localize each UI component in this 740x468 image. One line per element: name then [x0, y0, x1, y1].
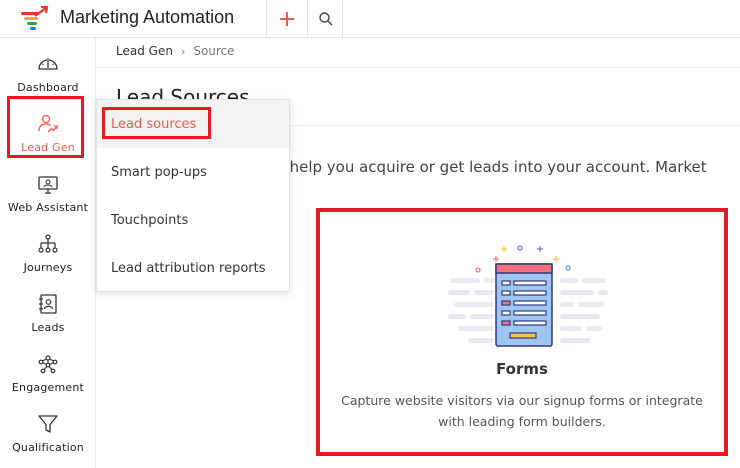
menu-item-lead-sources[interactable]: Lead sources: [97, 100, 289, 148]
sidebar-item-label: Qualification: [12, 441, 84, 454]
sidebar-item-leads[interactable]: Leads: [0, 288, 96, 344]
sidebar-item-label: Journeys: [23, 261, 73, 274]
journey-icon: [38, 234, 58, 253]
sidebar-item-label: Engagement: [11, 381, 85, 394]
chevron-right-icon: ›: [180, 44, 186, 58]
app-title: Marketing Automation: [60, 7, 235, 27]
sidebar-item-web-assistant[interactable]: Web Assistant: [0, 168, 96, 224]
page-description: s help you acquire or get leads into you…: [277, 158, 707, 176]
divider: [96, 67, 740, 68]
lead-gen-icon: [38, 114, 58, 133]
breadcrumb-parent-link[interactable]: Lead Gen: [116, 44, 173, 58]
divider: [307, 0, 308, 38]
network-icon: [38, 355, 58, 374]
form-illustration-icon: [448, 245, 608, 347]
app-logo-icon[interactable]: [18, 5, 50, 33]
forms-card[interactable]: Forms Capture website visitors via our s…: [316, 208, 728, 456]
sidebar-item-dashboard[interactable]: Dashboard: [0, 48, 96, 104]
sidebar: Dashboard Lead Gen Web Assistant Journey…: [0, 38, 96, 468]
speedometer-icon: [38, 58, 58, 70]
menu-item-smart-popups[interactable]: Smart pop-ups: [97, 148, 289, 196]
lead-gen-submenu: Lead sources Smart pop-ups Touchpoints L…: [96, 99, 290, 292]
funnel-icon: [38, 415, 58, 433]
sidebar-item-journeys[interactable]: Journeys: [0, 228, 96, 284]
sidebar-item-qualification[interactable]: Qualification: [0, 408, 96, 464]
plus-icon[interactable]: [275, 7, 299, 31]
sidebar-item-lead-gen[interactable]: Lead Gen: [0, 108, 96, 164]
contact-book-icon: [39, 294, 57, 314]
menu-item-touchpoints[interactable]: Touchpoints: [97, 196, 289, 244]
search-icon[interactable]: [314, 7, 338, 31]
top-bar: Marketing Automation: [0, 0, 740, 38]
sidebar-item-engagement[interactable]: Engagement: [0, 348, 96, 404]
sidebar-item-label: Leads: [31, 321, 65, 334]
card-description: Capture website visitors via our signup …: [341, 393, 703, 429]
sidebar-item-label: Dashboard: [17, 81, 79, 94]
card-title: Forms: [496, 360, 548, 378]
sidebar-item-label: Lead Gen: [21, 141, 75, 154]
sidebar-item-label: Web Assistant: [7, 201, 89, 214]
divider: [342, 0, 343, 38]
monitor-icon: [38, 176, 58, 194]
breadcrumb-current: Source: [193, 44, 235, 58]
menu-item-lead-attribution-reports[interactable]: Lead attribution reports: [97, 244, 289, 292]
breadcrumb: Lead Gen › Source: [116, 44, 235, 58]
divider: [266, 0, 267, 38]
